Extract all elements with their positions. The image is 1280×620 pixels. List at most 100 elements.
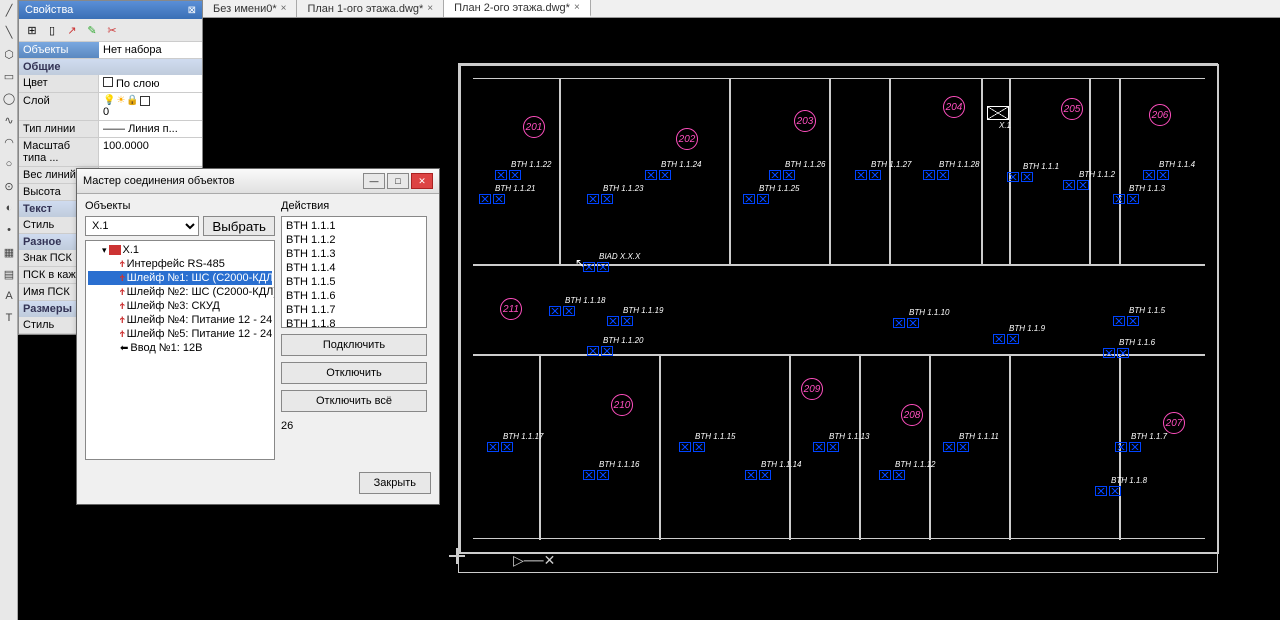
device-label: BTH 1.1.20	[603, 336, 643, 345]
connect-button[interactable]: Подключить	[281, 334, 427, 356]
objects-label: Объекты	[85, 200, 275, 212]
device-label: BTH 1.1.14	[761, 460, 801, 469]
dialog-close-button[interactable]: Закрыть	[359, 472, 431, 494]
list-item[interactable]: BTH 1.1.6	[284, 289, 424, 303]
device-label: BTH 1.1.15	[695, 432, 735, 441]
tree-item[interactable]: ϮШлейф №4: Питание 12 - 24 В	[88, 313, 272, 327]
section-general: Общие	[19, 59, 202, 75]
toolbar-icon[interactable]: ✂	[103, 21, 121, 39]
tab-unnamed[interactable]: Без имени0*×	[203, 0, 297, 17]
prop-scale[interactable]: Масштаб типа ...100.0000	[19, 138, 202, 167]
list-item[interactable]: BTH 1.1.4	[284, 261, 424, 275]
toolbar-icon[interactable]: ▯	[43, 21, 61, 39]
device-symbol	[855, 170, 867, 180]
tool-icon[interactable]: ╲	[1, 26, 17, 44]
tool-icon[interactable]: ○	[1, 158, 17, 176]
room-label: 211	[500, 298, 522, 320]
left-toolbar: ╱ ╲ ⬡ ▭ ◯ ∿ ◠ ○ ⊙ ◐ • ▦ ▤ A T	[0, 0, 18, 620]
device-symbol	[1007, 172, 1019, 182]
list-item[interactable]: BTH 1.1.1	[284, 219, 424, 233]
tool-icon[interactable]: ◠	[1, 136, 17, 154]
device-label: BTH 1.1.25	[759, 184, 799, 193]
list-item[interactable]: BTH 1.1.3	[284, 247, 424, 261]
room-label: 205	[1061, 98, 1083, 120]
device-symbol	[587, 194, 599, 204]
close-button[interactable]: ✕	[411, 173, 433, 189]
device-symbol	[1143, 170, 1155, 180]
device-label: BTH 1.1.28	[939, 160, 979, 169]
device-symbol	[1115, 442, 1127, 452]
device-label: BTH 1.1.21	[495, 184, 535, 193]
list-item[interactable]: BTH 1.1.5	[284, 275, 424, 289]
device-label: BTH 1.1.7	[1131, 432, 1167, 441]
dialog-titlebar[interactable]: Мастер соединения объектов — □ ✕	[77, 169, 439, 194]
device-label: BTH 1.1.13	[829, 432, 869, 441]
tab-floor2[interactable]: План 2-ого этажа.dwg*×	[444, 0, 591, 17]
object-tree[interactable]: ▾X.1ϮИнтерфейс RS-485ϮШлейф №1: ШС (С200…	[85, 240, 275, 460]
action-list[interactable]: BTH 1.1.1BTH 1.1.2BTH 1.1.3BTH 1.1.4BTH …	[281, 216, 427, 328]
list-item[interactable]: BTH 1.1.2	[284, 233, 424, 247]
device-label: BTH 1.1.26	[785, 160, 825, 169]
tree-item[interactable]: ϮШлейф №2: ШС (С2000-КДЛ)	[88, 285, 272, 299]
tool-icon[interactable]: A	[1, 290, 17, 308]
close-icon[interactable]: ⊠	[188, 5, 196, 16]
tree-item[interactable]: ϮИнтерфейс RS-485	[88, 257, 272, 271]
tool-icon[interactable]: ▤	[1, 268, 17, 286]
device-symbol	[1095, 486, 1107, 496]
prop-color[interactable]: ЦветПо слою	[19, 75, 202, 93]
object-select[interactable]: X.1	[85, 216, 199, 236]
tree-item[interactable]: ⬅Ввод №1: 12В	[88, 341, 272, 355]
tool-icon[interactable]: T	[1, 312, 17, 330]
device-symbol	[587, 346, 599, 356]
device-label: BTH 1.1.1	[1023, 162, 1059, 171]
device-label: BTH 1.1.17	[503, 432, 543, 441]
device-symbol	[645, 170, 657, 180]
toolbar-icon[interactable]: ⊞	[23, 21, 41, 39]
device-symbol	[1063, 180, 1075, 190]
tool-icon[interactable]: ◐	[1, 202, 17, 220]
tree-item[interactable]: ϮШлейф №1: ШС (С2000-КДЛ)	[88, 271, 272, 285]
disconnect-button[interactable]: Отключить	[281, 362, 427, 384]
device-x1	[987, 106, 1009, 120]
prop-layer[interactable]: Слой💡☀🔒0	[19, 93, 202, 121]
maximize-button[interactable]: □	[387, 173, 409, 189]
list-item[interactable]: BTH 1.1.8	[284, 317, 424, 328]
tool-icon[interactable]: ▦	[1, 246, 17, 264]
tab-floor1[interactable]: План 1-ого этажа.dwg*×	[297, 0, 444, 17]
tool-icon[interactable]: ╱	[1, 4, 17, 22]
device-symbol	[607, 316, 619, 326]
close-icon[interactable]: ×	[427, 3, 433, 14]
device-symbol	[743, 194, 755, 204]
room-label: 202	[676, 128, 698, 150]
device-symbol	[993, 334, 1005, 344]
select-button[interactable]: Выбрать	[203, 216, 275, 236]
disconnect-all-button[interactable]: Отключить всё	[281, 390, 427, 412]
device-symbol	[479, 194, 491, 204]
tree-item[interactable]: ϮШлейф №5: Питание 12 - 24 В	[88, 327, 272, 341]
device-symbol	[679, 442, 691, 452]
tree-item[interactable]: ▾X.1	[88, 243, 272, 257]
tool-icon[interactable]: ◯	[1, 92, 17, 110]
close-icon[interactable]: ×	[281, 3, 287, 14]
toolbar-icon[interactable]: ✎	[83, 21, 101, 39]
panel-title: Свойства ⊠	[19, 1, 202, 19]
device-symbol	[745, 470, 757, 480]
tool-icon[interactable]: ⊙	[1, 180, 17, 198]
close-icon[interactable]: ×	[574, 2, 580, 13]
arrow-icon: ▷──✕	[513, 552, 555, 569]
device-label: BTH 1.1.27	[871, 160, 911, 169]
actions-label: Действия	[281, 200, 427, 212]
tool-icon[interactable]: •	[1, 224, 17, 242]
list-item[interactable]: BTH 1.1.7	[284, 303, 424, 317]
toolbar-icon[interactable]: ↗	[63, 21, 81, 39]
device-symbol	[1113, 316, 1125, 326]
device-label: BTH 1.1.5	[1129, 306, 1165, 315]
prop-linetype[interactable]: Тип линии—— Линия п...	[19, 121, 202, 138]
device-label: BTH 1.1.4	[1159, 160, 1195, 169]
minimize-button[interactable]: —	[363, 173, 385, 189]
tree-item[interactable]: ϮШлейф №3: СКУД	[88, 299, 272, 313]
tool-icon[interactable]: ▭	[1, 70, 17, 88]
tool-icon[interactable]: ⬡	[1, 48, 17, 66]
tool-icon[interactable]: ∿	[1, 114, 17, 132]
device-label: BTH 1.1.16	[599, 460, 639, 469]
